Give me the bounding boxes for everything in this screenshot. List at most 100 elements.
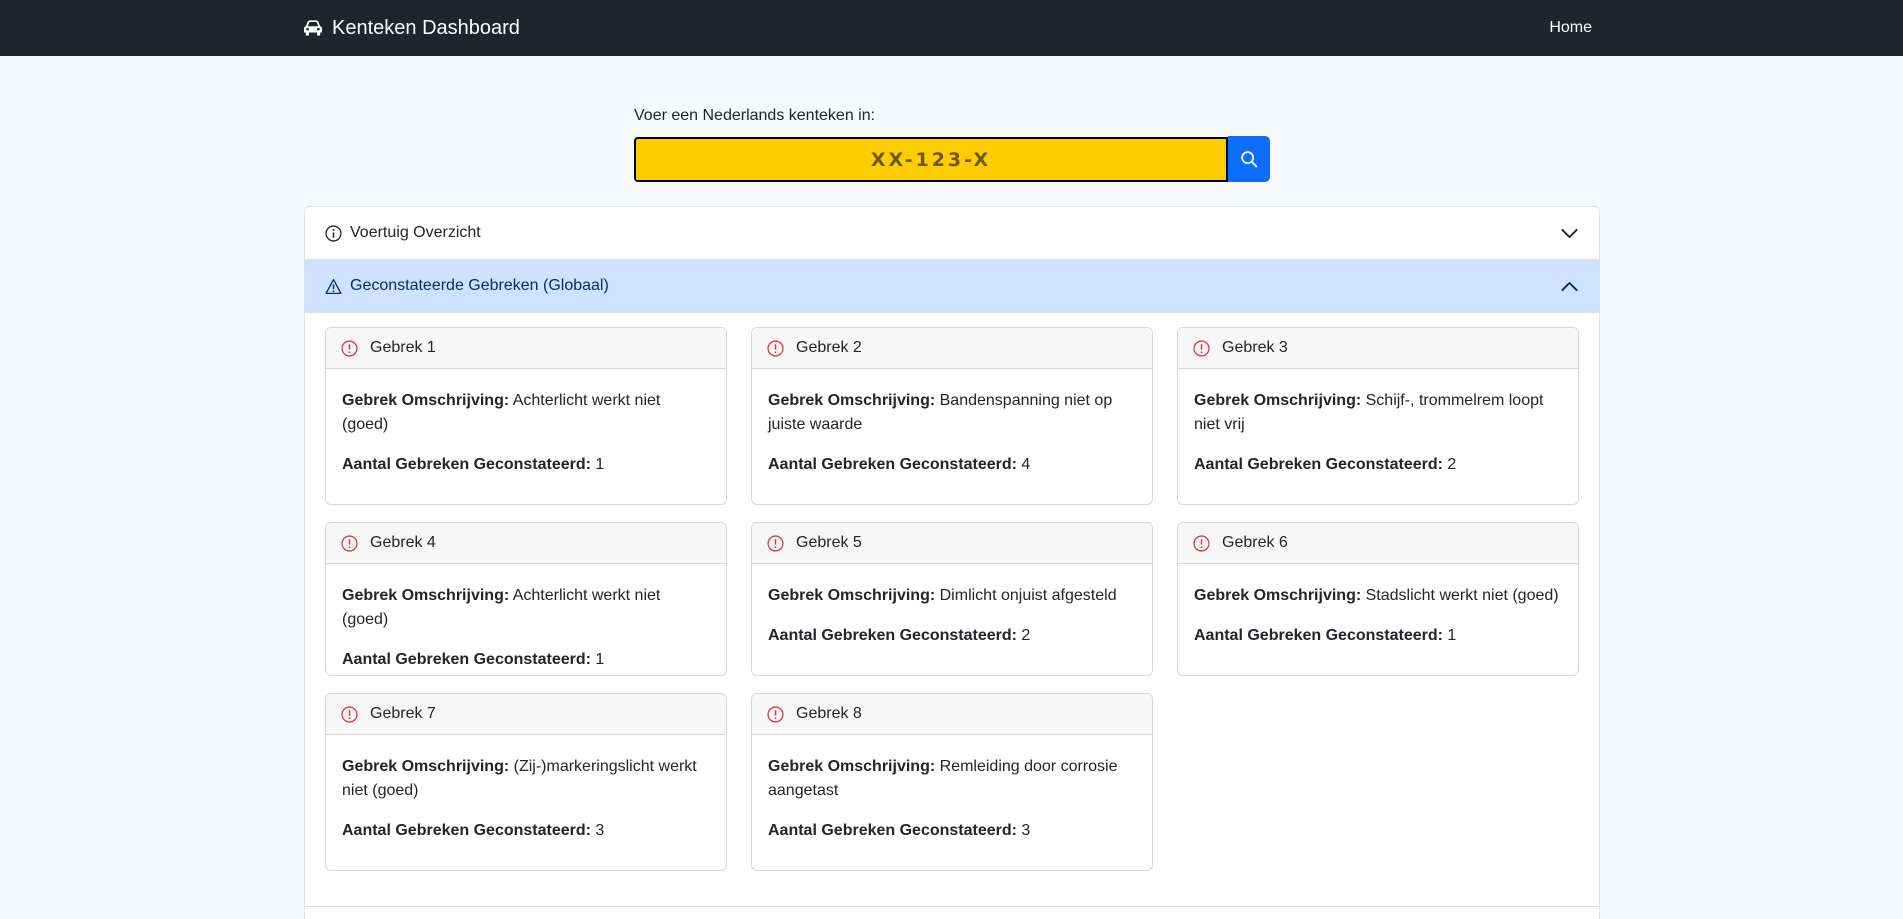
alert-circle-icon bbox=[341, 705, 358, 723]
defect-card-header: Gebrek 1 bbox=[326, 328, 726, 369]
defect-description-row: Gebrek Omschrijving: (Zij-)markeringslic… bbox=[342, 755, 710, 803]
defect-description-row: Gebrek Omschrijving: Stadslicht werkt ni… bbox=[1194, 584, 1562, 608]
defect-title: Gebrek 1 bbox=[370, 339, 436, 356]
defect-title: Gebrek 8 bbox=[796, 705, 862, 722]
defect-count: 3 bbox=[595, 822, 605, 839]
defect-card-body: Gebrek Omschrijving: Schijf-, trommelrem… bbox=[1178, 369, 1578, 477]
defect-count-row: Aantal Gebreken Geconstateerd: 4 bbox=[768, 453, 1136, 477]
brand-title: Kenteken Dashboard bbox=[332, 16, 520, 39]
defect-card: Gebrek 4 Gebrek Omschrijving: Achterlicht… bbox=[325, 522, 727, 676]
vehicle-accordion: Voertuig Overzicht Geconstateerde Gebrek… bbox=[304, 206, 1600, 919]
defect-card: Gebrek 3 Gebrek Omschrijving: Schijf-, tr… bbox=[1177, 327, 1579, 505]
license-plate-input[interactable] bbox=[634, 137, 1228, 182]
defect-description-row: Gebrek Omschrijving: Remleiding door cor… bbox=[768, 755, 1136, 803]
chevron-down-icon bbox=[1561, 228, 1578, 239]
defect-card-body: Gebrek Omschrijving: Achterlicht werkt n… bbox=[326, 369, 726, 477]
defect-count: 1 bbox=[595, 651, 605, 668]
defect-description: Stadslicht werkt niet (goed) bbox=[1365, 587, 1559, 604]
defect-count-label: Aantal Gebreken Geconstateerd: bbox=[768, 822, 1017, 839]
defect-count: 4 bbox=[1021, 456, 1031, 473]
accordion-header-overview[interactable]: Voertuig Overzicht bbox=[305, 207, 1599, 260]
defect-card-header: Gebrek 5 bbox=[752, 523, 1152, 564]
car-icon bbox=[304, 20, 322, 36]
brand-link[interactable]: Kenteken Dashboard bbox=[302, 0, 520, 56]
defect-count-row: Aantal Gebreken Geconstateerd: 2 bbox=[768, 624, 1136, 648]
overview-title: Voertuig Overzicht bbox=[350, 224, 481, 241]
alert-circle-icon bbox=[1193, 534, 1210, 552]
defect-title: Gebrek 2 bbox=[796, 339, 862, 356]
defect-title: Gebrek 6 bbox=[1222, 534, 1288, 551]
defect-card-header: Gebrek 7 bbox=[326, 694, 726, 735]
defect-count-row: Aantal Gebreken Geconstateerd: 1 bbox=[1194, 624, 1562, 648]
defect-count-row: Aantal Gebreken Geconstateerd: 3 bbox=[342, 819, 710, 843]
defects-title: Geconstateerde Gebreken (Globaal) bbox=[350, 277, 609, 294]
defect-card: Gebrek 1 Gebrek Omschrijving: Achterlicht… bbox=[325, 327, 727, 505]
defect-title: Gebrek 7 bbox=[370, 705, 436, 722]
defect-card: Gebrek 8 Gebrek Omschrijving: Remleiding … bbox=[751, 693, 1153, 871]
defect-card: Gebrek 5 Gebrek Omschrijving: Dimlicht on… bbox=[751, 522, 1153, 676]
defect-description-label: Gebrek Omschrijving: bbox=[768, 392, 936, 409]
defect-description-row: Gebrek Omschrijving: Dimlicht onjuist af… bbox=[768, 584, 1136, 608]
defect-card-body: Gebrek Omschrijving: Dimlicht onjuist af… bbox=[752, 564, 1152, 648]
defect-description-label: Gebrek Omschrijving: bbox=[342, 758, 510, 775]
defect-card-body: Gebrek Omschrijving: Remleiding door cor… bbox=[752, 735, 1152, 843]
defect-count-row: Aantal Gebreken Geconstateerd: 1 bbox=[342, 453, 710, 477]
info-icon bbox=[325, 224, 342, 242]
alert-circle-icon bbox=[767, 534, 784, 552]
defect-count-label: Aantal Gebreken Geconstateerd: bbox=[342, 651, 591, 668]
defect-description-label: Gebrek Omschrijving: bbox=[342, 392, 510, 409]
defect-count: 2 bbox=[1021, 627, 1031, 644]
alert-circle-icon bbox=[767, 339, 784, 357]
defect-count-label: Aantal Gebreken Geconstateerd: bbox=[1194, 456, 1443, 473]
defect-card-header: Gebrek 2 bbox=[752, 328, 1152, 369]
defect-card-body: Gebrek Omschrijving: (Zij-)markeringslic… bbox=[326, 735, 726, 843]
defect-count-label: Aantal Gebreken Geconstateerd: bbox=[342, 456, 591, 473]
defect-card-header: Gebrek 4 bbox=[326, 523, 726, 564]
defect-count-row: Aantal Gebreken Geconstateerd: 2 bbox=[1194, 453, 1562, 477]
defect-card: Gebrek 7 Gebrek Omschrijving: (Zij-)marke… bbox=[325, 693, 727, 871]
defect-count: 1 bbox=[595, 456, 605, 473]
defect-count-row: Aantal Gebreken Geconstateerd: 1 bbox=[342, 648, 710, 672]
search-icon bbox=[1241, 151, 1258, 168]
defect-description: Dimlicht onjuist afgesteld bbox=[939, 587, 1117, 604]
chevron-up-icon bbox=[1561, 281, 1578, 292]
defect-count-row: Aantal Gebreken Geconstateerd: 3 bbox=[768, 819, 1136, 843]
defect-count: 3 bbox=[1021, 822, 1031, 839]
warning-icon bbox=[325, 278, 342, 294]
defect-title: Gebrek 4 bbox=[370, 534, 436, 551]
alert-circle-icon bbox=[767, 705, 784, 723]
alert-circle-icon bbox=[341, 534, 358, 552]
accordion-divider bbox=[305, 906, 1599, 907]
defect-count-label: Aantal Gebreken Geconstateerd: bbox=[342, 822, 591, 839]
defect-card-header: Gebrek 6 bbox=[1178, 523, 1578, 564]
defect-description-row: Gebrek Omschrijving: Bandenspanning niet… bbox=[768, 389, 1136, 437]
accordion-header-defects[interactable]: Geconstateerde Gebreken (Globaal) bbox=[305, 260, 1599, 313]
defect-count-label: Aantal Gebreken Geconstateerd: bbox=[768, 456, 1017, 473]
defect-description-label: Gebrek Omschrijving: bbox=[768, 587, 936, 604]
search-label: Voer een Nederlands kenteken in: bbox=[634, 107, 876, 124]
nav-home-link[interactable]: Home bbox=[1549, 0, 1592, 56]
defect-card: Gebrek 6 Gebrek Omschrijving: Stadslicht … bbox=[1177, 522, 1579, 676]
defect-description-label: Gebrek Omschrijving: bbox=[342, 587, 510, 604]
defect-title: Gebrek 5 bbox=[796, 534, 862, 551]
defect-count-label: Aantal Gebreken Geconstateerd: bbox=[768, 627, 1017, 644]
defect-count: 1 bbox=[1447, 627, 1457, 644]
defect-card-body: Gebrek Omschrijving: Achterlicht werkt n… bbox=[326, 564, 726, 672]
defect-description-row: Gebrek Omschrijving: Achterlicht werkt n… bbox=[342, 389, 710, 437]
search-button[interactable] bbox=[1228, 136, 1270, 182]
defect-card: Gebrek 2 Gebrek Omschrijving: Bandenspann… bbox=[751, 327, 1153, 505]
alert-circle-icon bbox=[1193, 339, 1210, 357]
defect-description-label: Gebrek Omschrijving: bbox=[1194, 392, 1362, 409]
defect-description-row: Gebrek Omschrijving: Schijf-, trommelrem… bbox=[1194, 389, 1562, 437]
defect-count: 2 bbox=[1447, 456, 1457, 473]
defect-card-header: Gebrek 3 bbox=[1178, 328, 1578, 369]
defect-card-header: Gebrek 8 bbox=[752, 694, 1152, 735]
defect-card-body: Gebrek Omschrijving: Bandenspanning niet… bbox=[752, 369, 1152, 477]
defect-description-label: Gebrek Omschrijving: bbox=[1194, 587, 1362, 604]
defect-description-label: Gebrek Omschrijving: bbox=[768, 758, 936, 775]
alert-circle-icon bbox=[341, 339, 358, 357]
defect-description-row: Gebrek Omschrijving: Achterlicht werkt n… bbox=[342, 584, 710, 632]
defect-count-label: Aantal Gebreken Geconstateerd: bbox=[1194, 627, 1443, 644]
navbar: Kenteken Dashboard Home bbox=[0, 0, 1903, 56]
defect-title: Gebrek 3 bbox=[1222, 339, 1288, 356]
